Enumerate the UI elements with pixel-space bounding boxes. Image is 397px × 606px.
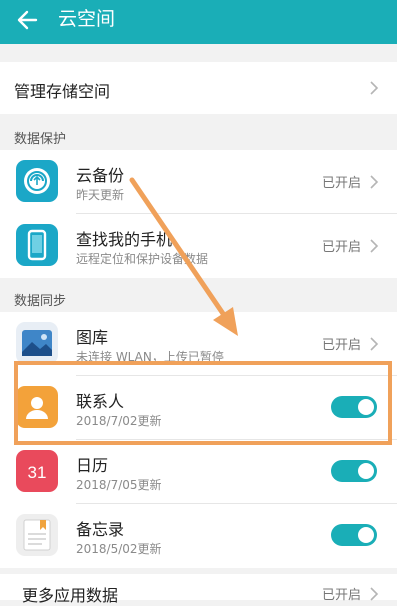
toggle-knob: [358, 463, 374, 479]
list-item-calendar[interactable]: 31 日历 2018/7/05更新: [0, 440, 397, 504]
highlight-box: [14, 361, 392, 445]
toggle-knob: [358, 527, 374, 543]
list-item-notes[interactable]: 备忘录 2018/5/02更新: [0, 504, 397, 568]
item-subtitle: 昨天更新: [76, 188, 125, 202]
item-subtitle: 2018/5/02更新: [76, 542, 162, 556]
list-item-cloud-backup[interactable]: 云备份 昨天更新 已开启: [0, 150, 397, 214]
arrow-left-icon[interactable]: [14, 6, 42, 34]
item-title: 图库: [76, 328, 109, 347]
notes-icon: [16, 514, 58, 556]
cloud-backup-icon: [16, 160, 58, 202]
more-app-data-row[interactable]: 更多应用数据 已开启: [0, 574, 397, 605]
notes-toggle[interactable]: [331, 524, 377, 546]
manage-storage-row[interactable]: 管理存储空间: [0, 62, 397, 114]
item-title: 日历: [76, 456, 109, 475]
chevron-right-icon: [370, 337, 379, 351]
find-phone-icon: [16, 224, 58, 266]
calendar-icon: 31: [16, 450, 58, 492]
calendar-toggle[interactable]: [331, 460, 377, 482]
item-subtitle: 2018/7/05更新: [76, 478, 162, 492]
item-title: 查找我的手机: [76, 230, 173, 249]
chevron-right-icon: [370, 175, 379, 189]
status-label: 已开启: [321, 176, 361, 191]
manage-storage-label: 管理存储空间: [14, 82, 111, 101]
status-label: 已开启: [321, 588, 361, 603]
app-bar: 云空间: [0, 0, 397, 44]
list-item-find-my-phone[interactable]: 查找我的手机 远程定位和保护设备数据 已开启: [0, 214, 397, 278]
more-app-data-label: 更多应用数据: [22, 586, 119, 605]
section-header-protection: 数据保护: [14, 132, 67, 147]
gallery-icon: [16, 322, 58, 364]
chevron-right-icon: [370, 239, 379, 253]
chevron-right-icon: [370, 81, 379, 95]
status-label: 已开启: [321, 338, 361, 353]
calendar-day-text: 31: [28, 463, 47, 482]
item-title: 备忘录: [76, 520, 125, 539]
section-header-sync: 数据同步: [14, 294, 67, 309]
item-title: 云备份: [76, 166, 125, 185]
item-subtitle: 远程定位和保护设备数据: [76, 252, 209, 266]
status-label: 已开启: [321, 240, 361, 255]
page-title: 云空间: [58, 8, 116, 30]
